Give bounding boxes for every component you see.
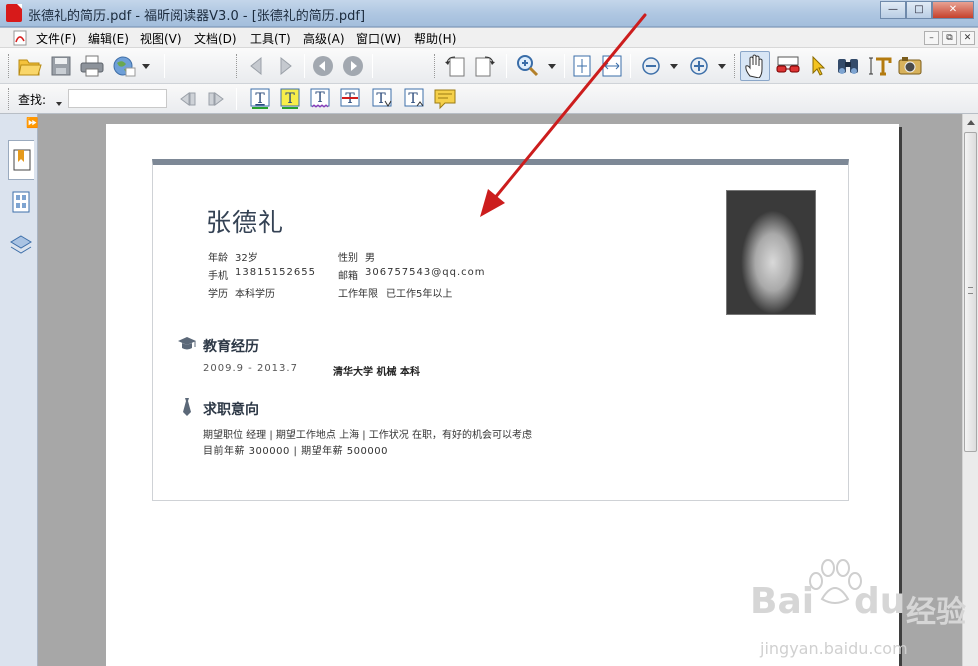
watermark-url: jingyan.baidu.com [760,639,908,658]
watermark-du: du [854,581,906,622]
baidu-watermark: Bai du 经验 jingyan.baidu.com [750,555,978,666]
watermark-brand: Bai [750,581,815,622]
watermark-jingyan: 经验 [906,595,966,630]
